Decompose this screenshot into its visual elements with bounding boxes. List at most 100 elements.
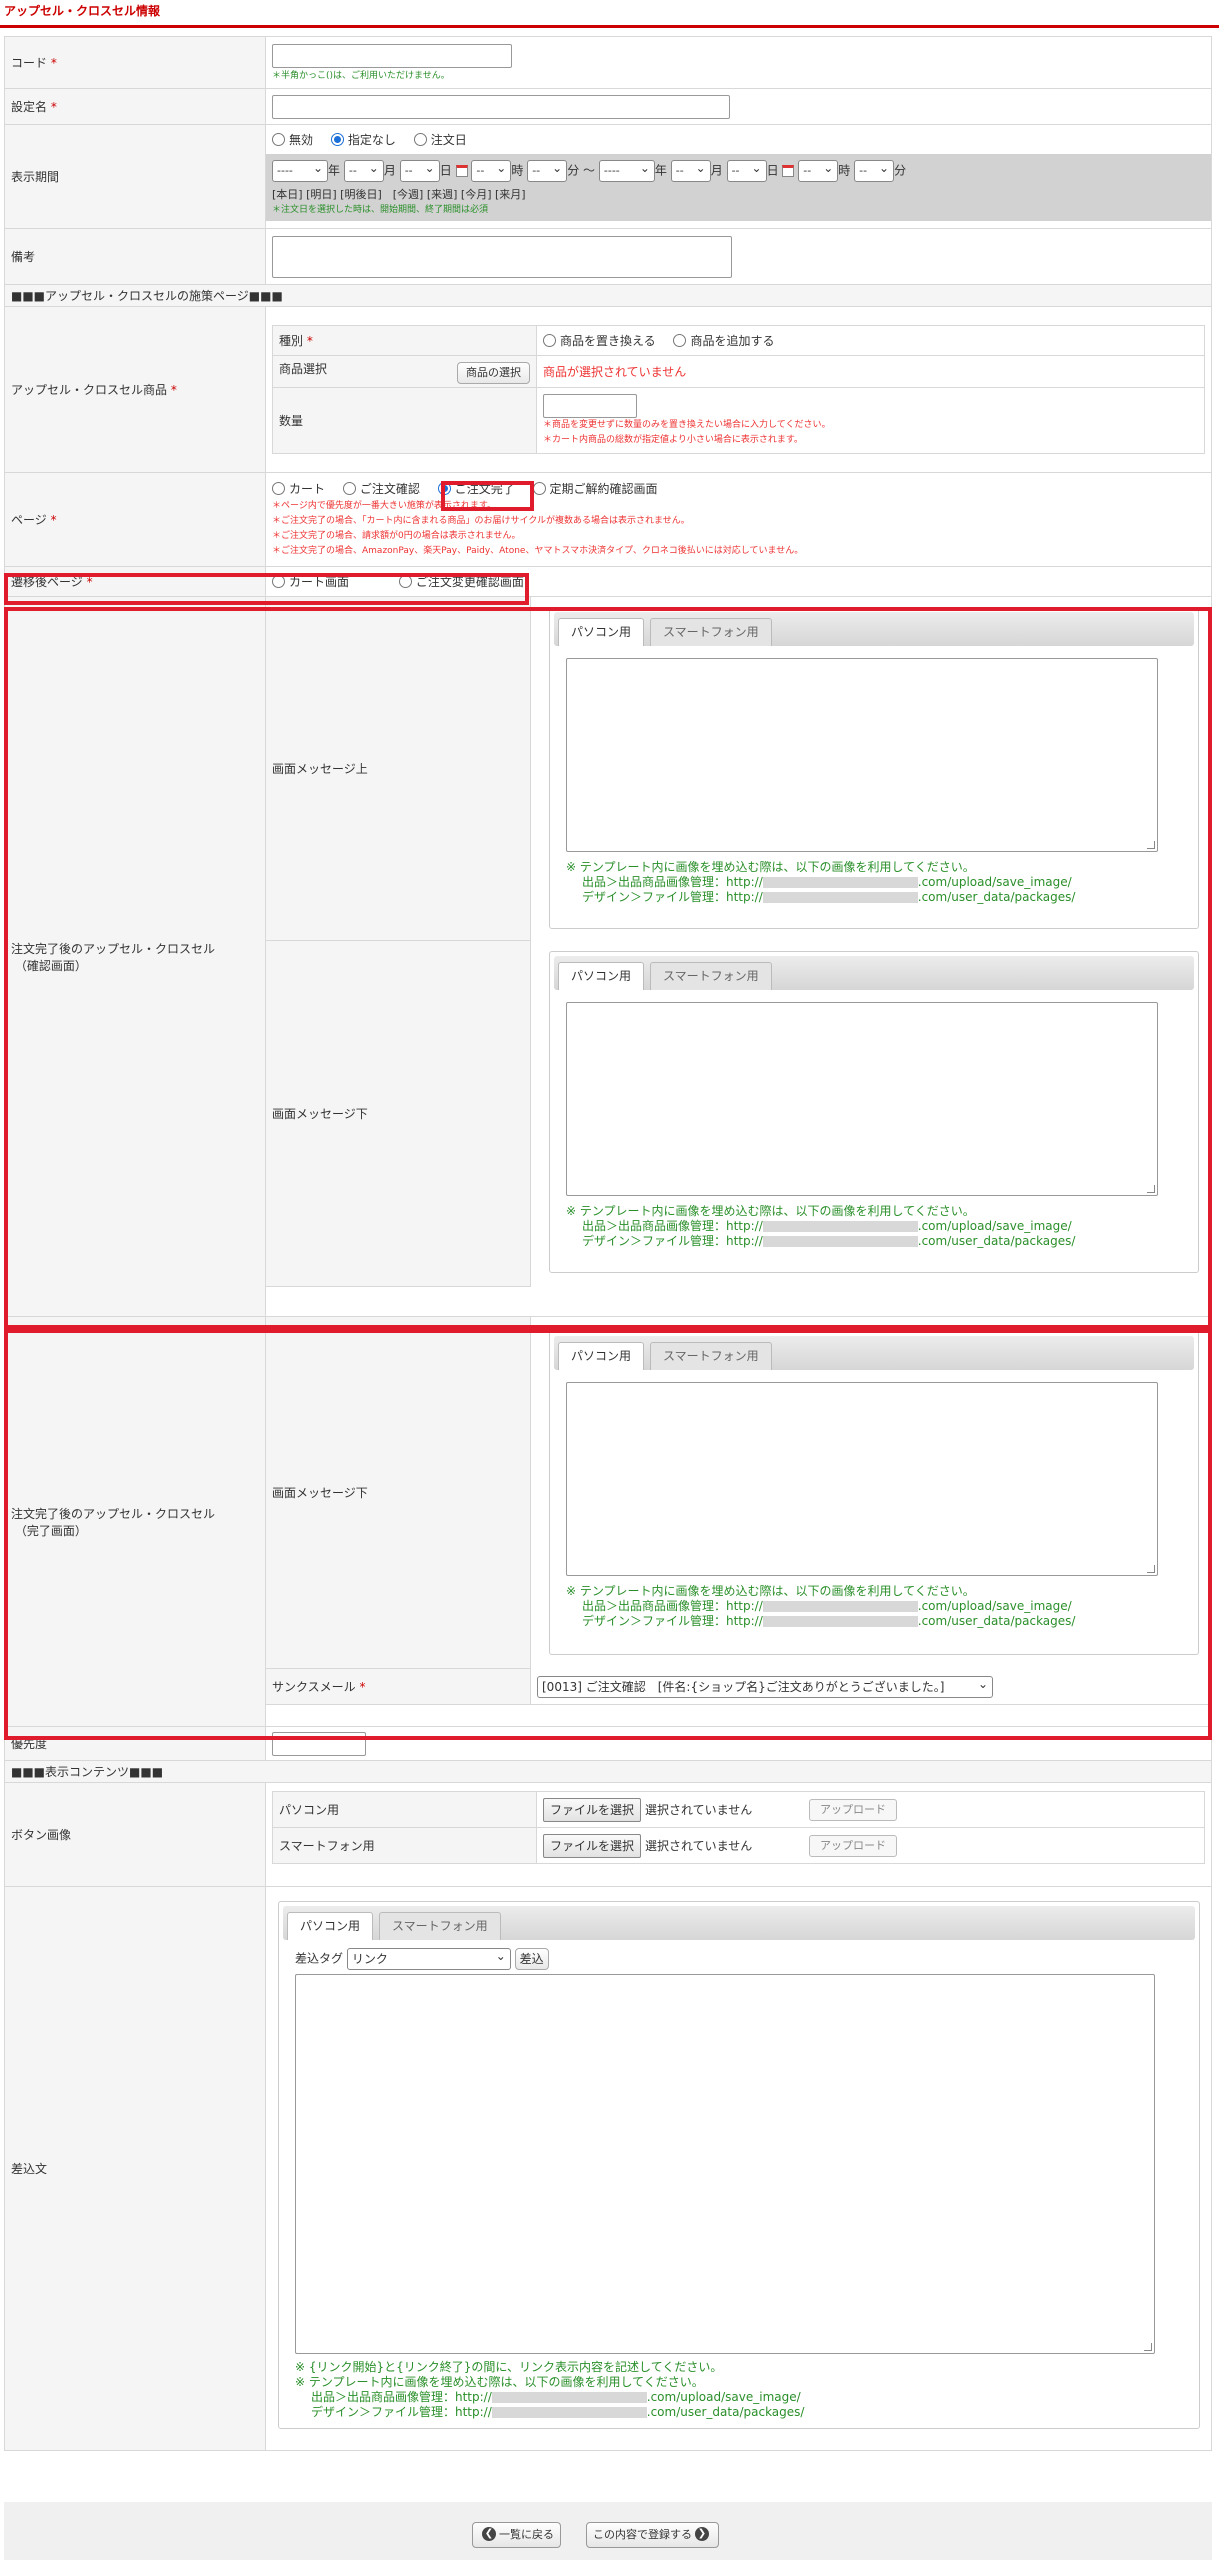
code-input[interactable]: [272, 44, 512, 68]
page-radio-cart[interactable]: カート: [272, 480, 325, 497]
end-day-select[interactable]: --: [726, 158, 767, 182]
thanks-mail-label: サンクスメール *: [266, 1669, 531, 1705]
tab-smartphone[interactable]: スマートフォン用: [379, 1912, 501, 1940]
quantity-label: 数量: [272, 387, 537, 454]
period-label: 表示期間: [4, 124, 266, 229]
insert-tag-button[interactable]: 差込: [514, 1948, 549, 1970]
template-note: ※ テンプレート内に画像を埋め込む際は、以下の画像を利用してください。 出品＞出…: [566, 1584, 1076, 1628]
tab-pc[interactable]: パソコン用: [558, 618, 645, 646]
tab-pc[interactable]: パソコン用: [558, 962, 645, 990]
end-minute-select[interactable]: --: [854, 158, 895, 182]
footer-bar: ❮ 一覧に戻る この内容で登録する ❯: [4, 2502, 1212, 2560]
product-select-button[interactable]: 商品の選択: [457, 362, 530, 384]
setting-name-input[interactable]: [272, 94, 730, 119]
product-type-label: 種別 *: [272, 325, 537, 356]
sp-upload-button[interactable]: アップロード: [809, 1834, 898, 1857]
page-radio-order-confirm[interactable]: ご注文確認: [342, 480, 420, 497]
start-month-select[interactable]: --: [343, 158, 384, 182]
section-display-content: ■■■表示コンテンツ■■■: [4, 1760, 1212, 1783]
period-note: ＊注文日を選択した時は、開始期間、終了期間は必須: [272, 205, 489, 215]
transition-radio-order-change[interactable]: ご注文変更確認画面: [398, 573, 524, 590]
remarks-textarea[interactable]: [272, 235, 732, 278]
button-image-table: パソコン用 ファイルを選択 選択されていません アップロード スマートフォン用 ファ…: [272, 1791, 1205, 1864]
end-calendar-icon[interactable]: [782, 165, 795, 177]
thanks-mail-select[interactable]: [0013] ご注文確認 [件名:{ショップ名}ご注文ありがとうございました。]: [537, 1674, 993, 1698]
page-note-3: ＊ご注文完了の場合、請求額が0円の場合は表示されません。: [272, 531, 521, 541]
template-note: ※ テンプレート内に画像を埋め込む際は、以下の画像を利用してください。 出品＞出…: [566, 1204, 1076, 1248]
sp-file-select-button[interactable]: ファイルを選択: [543, 1833, 642, 1858]
pc-upload-button[interactable]: アップロード: [809, 1798, 898, 1821]
type-radio-replace[interactable]: 商品を置き換える: [543, 332, 656, 349]
insert-text-textarea[interactable]: [295, 1974, 1155, 2354]
pc-file-status: 選択されていません: [645, 1803, 753, 1817]
arrow-left-icon: ❮: [482, 2527, 496, 2541]
type-radio-add[interactable]: 商品を追加する: [673, 332, 775, 349]
period-radio-disabled[interactable]: 無効: [272, 131, 313, 148]
title-divider: [0, 25, 1219, 28]
page-note-1: ＊ページ内で優先度が一番大きい施策が表示されます。: [272, 501, 496, 511]
transition-radio-cart[interactable]: カート画面: [272, 573, 349, 590]
back-to-list-button[interactable]: ❮ 一覧に戻る: [472, 2522, 561, 2548]
complete-message-bottom-label: 画面メッセージ下: [266, 1317, 531, 1669]
tab-smartphone[interactable]: スマートフォン用: [650, 618, 772, 646]
date-range-panel: ----年 --月 --日 --時 --分 ～ ----年 --月 --日 --…: [266, 154, 1211, 221]
page-title: アップセル・クロスセル情報: [4, 4, 161, 18]
start-calendar-icon[interactable]: [455, 165, 468, 177]
register-button[interactable]: この内容で登録する ❯: [586, 2522, 719, 2548]
upsell-product-label: アップセル・クロスセル商品 *: [4, 306, 266, 473]
page-label: ページ *: [4, 472, 266, 567]
button-image-pc-label: パソコン用: [272, 1791, 537, 1828]
code-label: コード *: [4, 36, 266, 89]
remarks-label: 備考: [4, 228, 266, 285]
insert-text-label: 差込文: [4, 1886, 266, 2451]
message-top-textarea[interactable]: [566, 658, 1158, 852]
start-hour-select[interactable]: --: [471, 158, 512, 182]
setting-name-label: 設定名 *: [4, 88, 266, 125]
quantity-note-1: ＊商品を変更せずに数量のみを置き換えたい場合に入力してください。: [543, 419, 831, 430]
end-month-select[interactable]: --: [670, 158, 711, 182]
tab-pc[interactable]: パソコン用: [287, 1912, 374, 1940]
period-radio-order-date[interactable]: 注文日: [413, 131, 467, 148]
page-note-4: ＊ご注文完了の場合、AmazonPay、楽天Pay、Paidy、Atone、ヤマ…: [272, 546, 804, 556]
editor-complete-message: パソコン用 スマートフォン用 ※ テンプレート内に画像を埋め込む際は、以下の画像を…: [549, 1331, 1199, 1655]
sp-file-status: 選択されていません: [645, 1839, 753, 1853]
message-bottom-textarea[interactable]: [566, 1002, 1158, 1196]
complete-message-textarea[interactable]: [566, 1382, 1158, 1576]
main-form: コード * ＊半角かっこ()は、ご利用いただけません。 設定名 * 表示期間 無…: [4, 36, 1212, 2451]
button-image-sp-label: スマートフォン用: [272, 1827, 537, 1864]
period-radio-unspecified[interactable]: 指定なし: [330, 131, 396, 148]
quantity-input[interactable]: [543, 393, 637, 418]
start-year-select[interactable]: ----: [272, 158, 328, 182]
priority-label: 優先度: [4, 1726, 266, 1761]
arrow-right-icon: ❯: [695, 2527, 709, 2541]
message-bottom-label: 画面メッセージ下: [266, 941, 531, 1287]
confirm-screen-label: 注文完了後のアップセル・クロスセル （確認画面）: [4, 596, 266, 1317]
insert-text-note: ※ {リンク開始}と{リンク終了}の間に、リンク表示内容を記述してください。 ※…: [295, 2360, 805, 2419]
template-note: ※ テンプレート内に画像を埋め込む際は、以下の画像を利用してください。 出品＞出…: [566, 860, 1076, 904]
transition-page-label: 遷移後ページ *: [4, 566, 266, 597]
insert-tag-select[interactable]: リンク: [346, 1946, 511, 1970]
insert-tag-row: 差込タグ リンク 差込: [295, 1946, 549, 1970]
pc-file-select-button[interactable]: ファイルを選択: [543, 1797, 642, 1822]
tab-pc[interactable]: パソコン用: [558, 1342, 645, 1370]
tab-smartphone[interactable]: スマートフォン用: [650, 1342, 772, 1370]
page-radio-subscription-cancel[interactable]: 定期ご解約確認画面: [532, 480, 658, 497]
tab-smartphone[interactable]: スマートフォン用: [650, 962, 772, 990]
product-not-selected: 商品が選択されていません: [536, 355, 1205, 388]
message-top-label: 画面メッセージ上: [266, 597, 531, 941]
end-year-select[interactable]: ----: [598, 158, 655, 182]
start-minute-select[interactable]: --: [527, 158, 568, 182]
quantity-note-2: ＊カート内商品の総数が指定値より小さい場合に表示されます。: [543, 434, 803, 445]
end-hour-select[interactable]: --: [798, 158, 839, 182]
editor-insert-text: パソコン用スマートフォン用 差込タグ リンク 差込 ※ {リンク開始}と{リンク…: [278, 1901, 1200, 2429]
start-day-select[interactable]: --: [399, 158, 440, 182]
complete-screen-label: 注文完了後のアップセル・クロスセル （完了画面）: [4, 1316, 266, 1727]
section-upsell-pages: ■■■アップセル・クロスセルの施策ページ■■■: [4, 284, 1212, 307]
editor-message-bottom: パソコン用 スマートフォン用 ※ テンプレート内に画像を埋め込む際は、以下の画像を…: [549, 951, 1199, 1273]
page-radio-order-complete[interactable]: ご注文完了: [437, 480, 515, 497]
code-note: ＊半角かっこ()は、ご利用いただけません。: [272, 71, 450, 81]
product-inner-table: 種別 * 商品を置き換える 商品を追加する 商品選択 商品の選択 商品が選択され…: [272, 325, 1205, 454]
date-quick-links[interactable]: [本日] [明日] [明後日] [今週] [来週] [今月] [来月]: [272, 186, 1205, 202]
button-image-label: ボタン画像: [4, 1782, 266, 1887]
priority-input[interactable]: [272, 1731, 366, 1756]
